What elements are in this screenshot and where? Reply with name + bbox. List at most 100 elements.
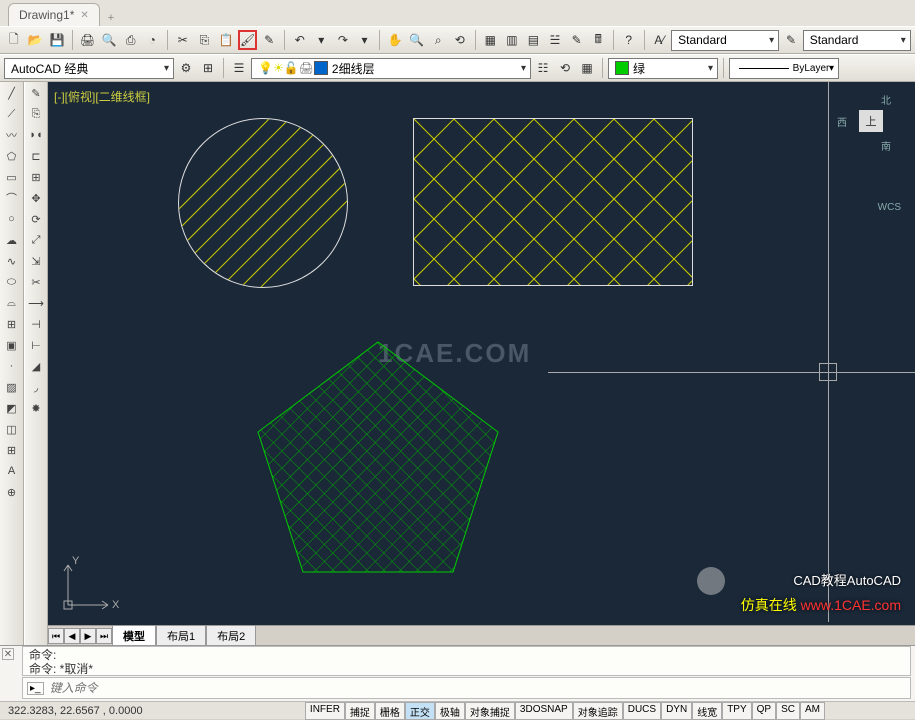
calc-icon[interactable]: 🖩 [588, 30, 608, 50]
color-combo[interactable]: 绿 [608, 58, 718, 79]
tab-model[interactable]: 模型 [112, 625, 156, 646]
workspace-settings-icon[interactable]: ⚙ [176, 58, 196, 78]
toggle-AM[interactable]: AM [800, 702, 825, 720]
stretch-icon[interactable]: ⇲ [27, 252, 45, 270]
close-icon[interactable]: ✕ [80, 10, 88, 21]
paste-icon[interactable]: 📋 [216, 30, 236, 50]
pline-icon[interactable]: 〰 [3, 126, 21, 144]
erase-icon[interactable]: ✎ [27, 84, 45, 102]
shape-rectangle[interactable] [413, 118, 693, 286]
text-style-combo[interactable]: Standard [671, 30, 779, 51]
print-icon[interactable]: 🖨 [78, 30, 98, 50]
hatch-icon[interactable]: ▨ [3, 378, 21, 396]
break-icon[interactable]: ⊣ [27, 315, 45, 333]
join-icon[interactable]: ⊢ [27, 336, 45, 354]
tab-layout1[interactable]: 布局1 [156, 625, 206, 646]
pan-icon[interactable]: ✋ [385, 30, 405, 50]
mirror-icon[interactable]: ◗◖ [27, 126, 45, 144]
offset-icon[interactable]: ⊏ [27, 147, 45, 165]
new-tab-button[interactable]: + [100, 10, 122, 26]
viewport-label[interactable]: [-][俯视][二维线框] [54, 88, 150, 105]
point-icon[interactable]: · [3, 357, 21, 375]
tool-icon[interactable]: ◔ [142, 30, 162, 50]
layout-tab-nav[interactable]: ⏮◀▶⏭ [48, 628, 112, 644]
toggle-3DOSNAP[interactable]: 3DOSNAP [515, 702, 573, 720]
workspace-settings2-icon[interactable]: ⊞ [198, 58, 218, 78]
cut-icon[interactable]: ✂ [173, 30, 193, 50]
toggle-对象捕捉[interactable]: 对象捕捉 [465, 702, 515, 720]
toggle-DYN[interactable]: DYN [661, 702, 692, 720]
sheetset-icon[interactable]: ☱ [545, 30, 565, 50]
xline-icon[interactable]: ⟋ [3, 105, 21, 123]
line-icon[interactable]: ╱ [3, 84, 21, 102]
linetype-combo[interactable]: ByLayer [729, 58, 839, 79]
addsel-icon[interactable]: ⊕ [3, 483, 21, 501]
toggle-DUCS[interactable]: DUCS [623, 702, 661, 720]
publish-icon[interactable]: ⎙ [121, 30, 141, 50]
close-icon[interactable]: ✕ [2, 648, 14, 660]
insert-icon[interactable]: ⊞ [3, 315, 21, 333]
toggle-栅格[interactable]: 栅格 [375, 702, 405, 720]
redo-icon[interactable]: ↷ [333, 30, 353, 50]
new-icon[interactable]: 🗋 [4, 30, 24, 50]
wcs-label[interactable]: WCS [878, 202, 901, 213]
toggle-INFER[interactable]: INFER [305, 702, 345, 720]
command-input[interactable] [50, 681, 906, 695]
region-icon[interactable]: ◫ [3, 420, 21, 438]
trim-icon[interactable]: ✂ [27, 273, 45, 291]
text-icon[interactable]: A [3, 462, 21, 480]
chamfer-icon[interactable]: ◢ [27, 357, 45, 375]
view-cube[interactable]: 北 西 南 上 [841, 92, 901, 152]
drawing-viewport[interactable]: [-][俯视][二维线框] 1CAE.COM [48, 82, 915, 645]
toggle-捕捉[interactable]: 捕捉 [345, 702, 375, 720]
array-icon[interactable]: ⊞ [27, 168, 45, 186]
scale-icon[interactable]: ⤢ [27, 231, 45, 249]
spline-icon[interactable]: ∿ [3, 252, 21, 270]
workspace-combo[interactable]: AutoCAD 经典 [4, 58, 174, 79]
undo-icon[interactable]: ↶ [290, 30, 310, 50]
markup-icon[interactable]: ✎ [567, 30, 587, 50]
match-properties-icon[interactable]: 🖌 [238, 30, 258, 50]
open-icon[interactable]: 📂 [26, 30, 46, 50]
zoom-prev-icon[interactable]: ⟲ [450, 30, 470, 50]
copy-obj-icon[interactable]: ⎘ [27, 105, 45, 123]
text-style-icon[interactable]: A⁄ [650, 30, 670, 50]
properties-icon[interactable]: ▦ [481, 30, 501, 50]
layer-states-icon[interactable]: ☷ [533, 58, 553, 78]
rectangle-icon[interactable]: ▭ [3, 168, 21, 186]
brush-icon[interactable]: ✎ [259, 30, 279, 50]
tab-layout2[interactable]: 布局2 [206, 625, 256, 646]
layer-prev-icon[interactable]: ⟲ [555, 58, 575, 78]
copy-icon[interactable]: ⎘ [195, 30, 215, 50]
arc-icon[interactable]: ⌒ [3, 189, 21, 207]
dim-style-combo[interactable]: Standard [803, 30, 911, 51]
undo-drop-icon[interactable]: ▾ [312, 30, 332, 50]
toggle-极轴[interactable]: 极轴 [435, 702, 465, 720]
save-icon[interactable]: 💾 [47, 30, 67, 50]
toggle-SC[interactable]: SC [776, 702, 800, 720]
rotate-icon[interactable]: ⟳ [27, 210, 45, 228]
gradient-icon[interactable]: ◩ [3, 399, 21, 417]
layer-manager-icon[interactable]: ☰ [229, 58, 249, 78]
help-icon[interactable]: ? [619, 30, 639, 50]
ellipse-icon[interactable]: ⬭ [3, 273, 21, 291]
redo-drop-icon[interactable]: ▾ [355, 30, 375, 50]
layer-filter-icon[interactable]: ▦ [577, 58, 597, 78]
toggle-正交[interactable]: 正交 [405, 702, 435, 720]
command-history[interactable]: 命令: 命令: *取消* [22, 646, 911, 676]
shape-circle[interactable] [178, 118, 348, 288]
zoom-realtime-icon[interactable]: 🔍 [407, 30, 427, 50]
toggle-对象追踪[interactable]: 对象追踪 [573, 702, 623, 720]
viewcube-top-face[interactable]: 上 [859, 110, 883, 132]
explode-icon[interactable]: ✸ [27, 399, 45, 417]
tool-palette-icon[interactable]: ▤ [524, 30, 544, 50]
block-icon[interactable]: ▣ [3, 336, 21, 354]
layer-combo[interactable]: 💡 ☀ 🔓 🖨 2细线层 [251, 58, 531, 79]
zoom-window-icon[interactable]: ⌕ [428, 30, 448, 50]
polygon-icon[interactable]: ⬠ [3, 147, 21, 165]
toggle-线宽[interactable]: 线宽 [692, 702, 722, 720]
coordinates-readout[interactable]: 322.3283, 22.6567 , 0.0000 [0, 705, 151, 717]
move-icon[interactable]: ✥ [27, 189, 45, 207]
dim-style-icon[interactable]: ✎ [781, 30, 801, 50]
toggle-QP[interactable]: QP [752, 702, 776, 720]
